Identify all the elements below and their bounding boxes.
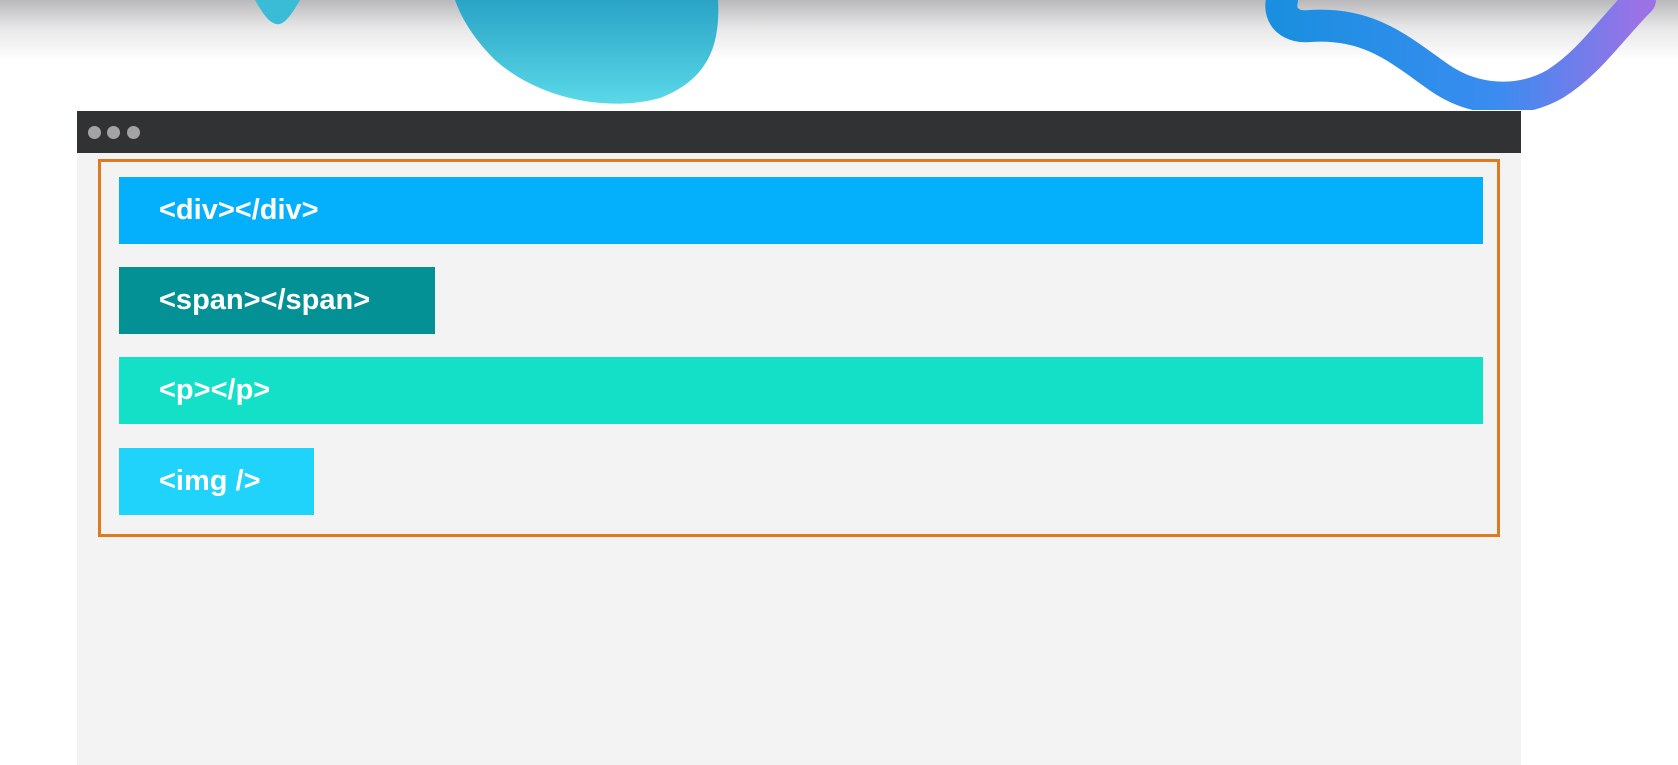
img-element-block: <img /> xyxy=(119,448,314,515)
div-element-block: <div></div> xyxy=(119,177,1483,244)
blob-shape xyxy=(455,0,719,104)
browser-titlebar xyxy=(77,111,1521,153)
window-control-dot-icon[interactable] xyxy=(88,126,101,139)
span-element-block: <span></span> xyxy=(119,267,435,334)
window-control-dot-icon[interactable] xyxy=(127,126,140,139)
container-outline: <div></div> <span></span> <p></p> <img /… xyxy=(98,159,1500,537)
small-drop-shape xyxy=(255,0,300,25)
window-control-dot-icon[interactable] xyxy=(107,126,120,139)
decorative-shapes xyxy=(255,0,1656,110)
browser-window: <div></div> <span></span> <p></p> <img /… xyxy=(77,111,1521,765)
p-element-block: <p></p> xyxy=(119,357,1483,424)
wave-shape xyxy=(1265,0,1656,110)
